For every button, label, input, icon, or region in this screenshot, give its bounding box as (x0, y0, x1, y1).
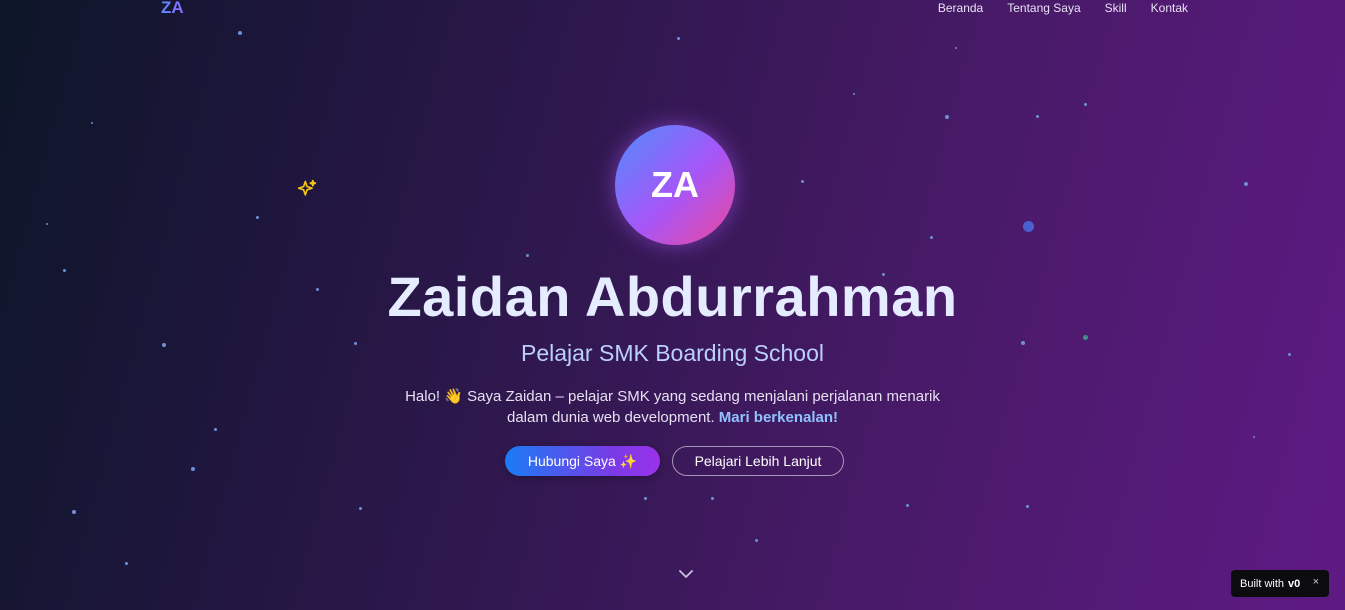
built-with-badge[interactable]: Built with v0 × (1231, 570, 1329, 597)
star (906, 504, 909, 507)
star (853, 93, 855, 95)
star (755, 539, 758, 542)
avatar: ZA (615, 125, 735, 245)
contact-button[interactable]: Hubungi Saya ✨ (505, 446, 660, 476)
star (955, 47, 957, 49)
intro-highlight: Mari berkenalan! (718, 409, 839, 426)
site-logo[interactable]: ZA (161, 0, 184, 18)
star (72, 510, 76, 514)
hero-name: Zaidan Abdurrahman (387, 265, 958, 328)
chevron-down-icon[interactable] (678, 566, 694, 582)
star (214, 428, 217, 431)
star (359, 507, 362, 510)
star (930, 236, 933, 239)
star (1026, 505, 1029, 508)
intro-text: Halo! 👋 Saya Zaidan – pelajar SMK yang s… (405, 388, 940, 426)
nav-link-tentang-saya[interactable]: Tentang Saya (1007, 1, 1080, 15)
nav-link-skill[interactable]: Skill (1105, 1, 1127, 15)
v0-logo: v0 (1288, 577, 1301, 590)
learn-more-button[interactable]: Pelajari Lebih Lanjut (672, 446, 844, 476)
hero-intro: Halo! 👋 Saya Zaidan – pelajar SMK yang s… (400, 386, 945, 428)
star (1084, 103, 1087, 106)
star (711, 497, 714, 500)
star (1253, 436, 1255, 438)
star (1036, 115, 1039, 118)
star (1023, 221, 1034, 232)
nav-link-beranda[interactable]: Beranda (938, 1, 983, 15)
nav-link-kontak[interactable]: Kontak (1151, 1, 1188, 15)
star (677, 37, 680, 40)
star (238, 31, 242, 35)
top-navigation: ZA Beranda Tentang Saya Skill Kontak (0, 0, 1345, 18)
star (644, 497, 647, 500)
close-icon[interactable]: × (1313, 576, 1319, 588)
built-with-label: Built with (1240, 577, 1285, 590)
star (191, 467, 195, 471)
star (46, 223, 48, 225)
star (256, 216, 259, 219)
star (125, 562, 128, 565)
sparkle-icon (297, 179, 317, 204)
star (801, 180, 804, 183)
nav-links: Beranda Tentang Saya Skill Kontak (938, 1, 1188, 15)
hero-subtitle: Pelajar SMK Boarding School (521, 340, 824, 366)
star (1244, 182, 1248, 186)
star (91, 122, 93, 124)
star (526, 254, 529, 257)
star (945, 115, 949, 119)
